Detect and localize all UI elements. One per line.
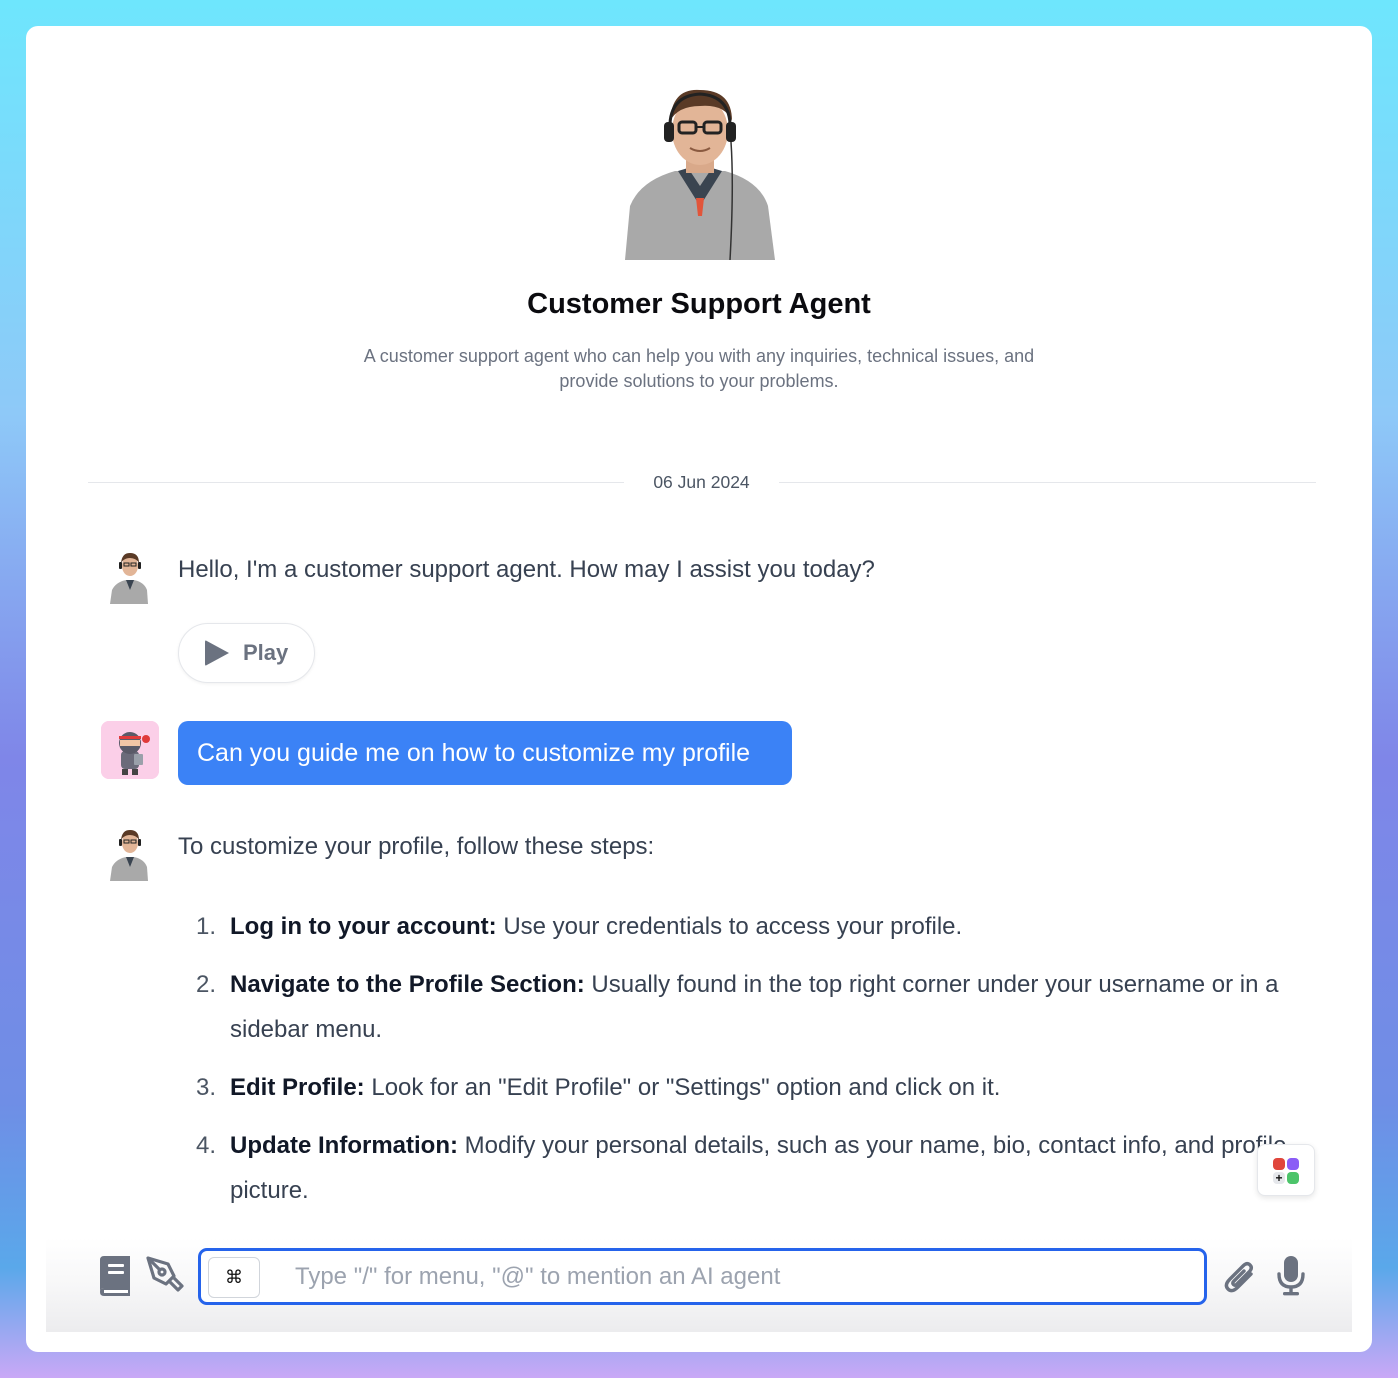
step-item: 1. Log in to your account: Use your cred… (178, 904, 1308, 949)
step-body: Look for an "Edit Profile" or "Settings"… (364, 1074, 1001, 1101)
steps-list: 1. Log in to your account: Use your cred… (178, 904, 1308, 1226)
step-item: 2. Navigate to the Profile Section: Usua… (178, 962, 1308, 1052)
play-label: Play (243, 640, 289, 665)
microphone-icon[interactable] (1276, 1256, 1306, 1301)
agent-avatar (100, 823, 158, 881)
step-title: Update Information: (230, 1132, 458, 1159)
step-title: Log in to your account: (230, 913, 497, 940)
play-icon (205, 640, 229, 666)
play-audio-button[interactable]: Play (178, 623, 315, 683)
agent-message-text: Hello, I'm a customer support agent. How… (178, 556, 875, 583)
agent-hero-avatar (600, 76, 800, 261)
agent-title: Customer Support Agent (527, 288, 871, 320)
user-message-text: Can you guide me on how to customize my … (197, 738, 751, 767)
apps-grid-icon (1273, 1158, 1285, 1170)
apps-grid-icon (1287, 1158, 1299, 1170)
command-key-button[interactable]: ⌘ (208, 1257, 260, 1298)
step-body: Use your credentials to access your prof… (496, 913, 963, 940)
agent-description: A customer support agent who can help yo… (363, 346, 1035, 391)
chat-window: Customer Support Agent A customer suppor… (26, 26, 1372, 1352)
message-input[interactable] (273, 1251, 1193, 1302)
plus-icon: + (1273, 1172, 1285, 1184)
step-item: 3. Edit Profile: Look for an "Edit Profi… (178, 1065, 1308, 1110)
message-input-box: ⌘ (198, 1248, 1207, 1305)
agent-message-text: To customize your profile, follow these … (178, 833, 655, 860)
pen-nib-icon[interactable] (146, 1256, 184, 1299)
paperclip-icon[interactable] (1224, 1260, 1256, 1299)
step-number: 4. (195, 1132, 216, 1159)
step-title: Edit Profile: (230, 1074, 365, 1101)
book-icon[interactable] (96, 1256, 132, 1301)
step-title: Navigate to the Profile Section: (230, 971, 585, 998)
step-number: 3. (195, 1074, 216, 1101)
step-number: 2. (195, 971, 216, 998)
date-separator: 06 Jun 2024 (653, 472, 750, 492)
user-message-bubble: Can you guide me on how to customize my … (178, 721, 792, 785)
agent-avatar (100, 546, 158, 604)
step-item: 4. Update Information: Modify your perso… (178, 1123, 1308, 1213)
apps-grid-icon (1287, 1172, 1299, 1184)
composer-bar: ⌘ (46, 1238, 1352, 1332)
step-number: 1. (195, 913, 216, 940)
divider-line-left (88, 482, 624, 483)
divider-line-right (779, 482, 1316, 483)
user-avatar (101, 721, 159, 779)
apps-grid-button[interactable]: + (1257, 1144, 1315, 1196)
